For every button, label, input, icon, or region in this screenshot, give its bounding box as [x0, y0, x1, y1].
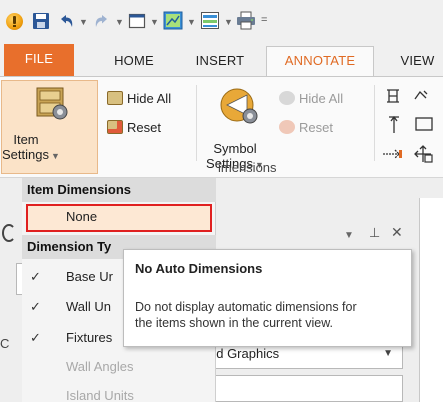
item-settings-icon	[36, 87, 68, 120]
save-icon[interactable]	[32, 12, 50, 30]
tab-file[interactable]: FILE	[4, 44, 74, 76]
view-area	[419, 198, 443, 402]
tooltip-title: No Auto Dimensions	[135, 261, 263, 276]
redo-icon	[95, 15, 107, 27]
tab-view[interactable]: VIEW	[392, 48, 443, 76]
menu-item-label: Wall Angles	[66, 359, 134, 374]
reset-label: Reset	[127, 120, 161, 135]
hide-all-label: Hide All	[127, 91, 172, 106]
symbol-settings-label-line1: Symbol	[213, 141, 257, 156]
check-icon: ✓	[30, 269, 41, 284]
item-settings-label-line2: Settings ▼	[2, 147, 60, 162]
no-auto-dimensions-tooltip: No Auto Dimensions Do not display automa…	[123, 249, 412, 347]
reset-icon	[107, 120, 123, 134]
tooltip-line2: the items shown in the current view.	[135, 316, 334, 330]
menu-item-island-units: Island Units	[22, 383, 216, 402]
hide-all-button[interactable]: Hide All	[107, 89, 171, 109]
reset-button[interactable]: Reset	[107, 118, 161, 138]
quick-access-toolbar: ▼ ▼ ▼ ▼ ▼ =	[0, 0, 443, 40]
tab-home[interactable]: HOME	[104, 48, 164, 76]
pin-icon[interactable]: ⊥	[369, 225, 380, 241]
item-settings-label: Item Settings ▼	[2, 132, 60, 162]
bottom-field[interactable]	[200, 375, 403, 402]
menu-item-label: Island Units	[66, 388, 134, 402]
move-dimension-icon[interactable]	[412, 144, 434, 164]
ribbon-separator	[196, 85, 197, 161]
symbol-hide-all-label: Hide All	[299, 91, 344, 106]
dimension-box-icon[interactable]	[384, 87, 402, 105]
symbol-hide-all-icon	[279, 91, 295, 105]
check-icon: ✓	[30, 330, 41, 345]
menu-item-label: Fixtures	[66, 330, 113, 345]
ribbon-tabs: FILE HOME INSERT ANNOTATE VIEW	[0, 40, 443, 77]
hide-all-icon	[107, 91, 123, 105]
check-icon: ✓	[30, 299, 41, 314]
symbol-reset-icon	[279, 120, 295, 134]
elevation-view-icon[interactable]	[200, 11, 220, 30]
symbol-settings-icon	[220, 88, 258, 124]
menu-item-none[interactable]: None	[26, 204, 212, 232]
item-settings-dropdown-icon: ▼	[50, 151, 60, 161]
item-dimensions-header: Item Dimensions	[22, 178, 216, 202]
layout-view-icon[interactable]	[163, 11, 183, 30]
symbol-reset-label: Reset	[299, 120, 333, 135]
pane-title-partial-icon	[2, 224, 16, 242]
menu-item-none-label: None	[66, 209, 98, 224]
dimensions-group-label: imensions	[218, 160, 277, 175]
tab-insert[interactable]: INSERT	[188, 48, 252, 76]
view-box-dropdown-icon[interactable]: ▼	[150, 18, 159, 27]
elevation-view-dropdown-icon[interactable]: ▼	[224, 18, 233, 27]
pane-dropdown-icon[interactable]: ▼	[344, 231, 354, 241]
app-logo-icon[interactable]	[6, 13, 23, 30]
pane-row-label-partial: C	[0, 336, 10, 351]
tooltip-line1: Do not display automatic dimensions for	[135, 300, 357, 314]
vertical-dimension-icon[interactable]	[386, 115, 402, 135]
symbol-reset-button: Reset	[279, 118, 333, 138]
graphics-select-dropdown-icon[interactable]: ▼	[383, 348, 393, 359]
tab-annotate[interactable]: ANNOTATE	[266, 46, 374, 77]
angle-dimension-icon[interactable]	[412, 87, 430, 105]
menu-item-label: Base Ur	[66, 269, 113, 284]
layout-view-dropdown-icon[interactable]: ▼	[187, 18, 196, 27]
redo-dropdown-icon: ▼	[115, 17, 124, 27]
graphics-select-value: ed Graphics	[209, 346, 280, 361]
undo-dropdown-icon[interactable]: ▼	[79, 18, 88, 27]
menu-item-label: Wall Un	[66, 299, 112, 314]
customize-toolbar-icon[interactable]: =	[261, 14, 267, 26]
print-icon[interactable]	[236, 11, 256, 30]
ribbon-separator-2	[374, 85, 375, 161]
item-settings-text: Settings	[2, 147, 49, 162]
item-settings-label-line1: Item	[13, 132, 39, 147]
symbol-hide-all-button: Hide All	[279, 89, 343, 109]
view-box-icon[interactable]	[128, 12, 146, 30]
close-pane-icon[interactable]: ✕	[391, 224, 403, 241]
menu-item-wall-angles: Wall Angles	[22, 354, 216, 380]
undo-icon[interactable]	[57, 12, 75, 30]
horizontal-dimension-icon[interactable]	[381, 147, 403, 161]
ribbon-annotate-panel: Item Settings ▼ Hide All Reset Symbol Set…	[0, 76, 443, 178]
frame-dimension-icon[interactable]	[414, 115, 434, 133]
